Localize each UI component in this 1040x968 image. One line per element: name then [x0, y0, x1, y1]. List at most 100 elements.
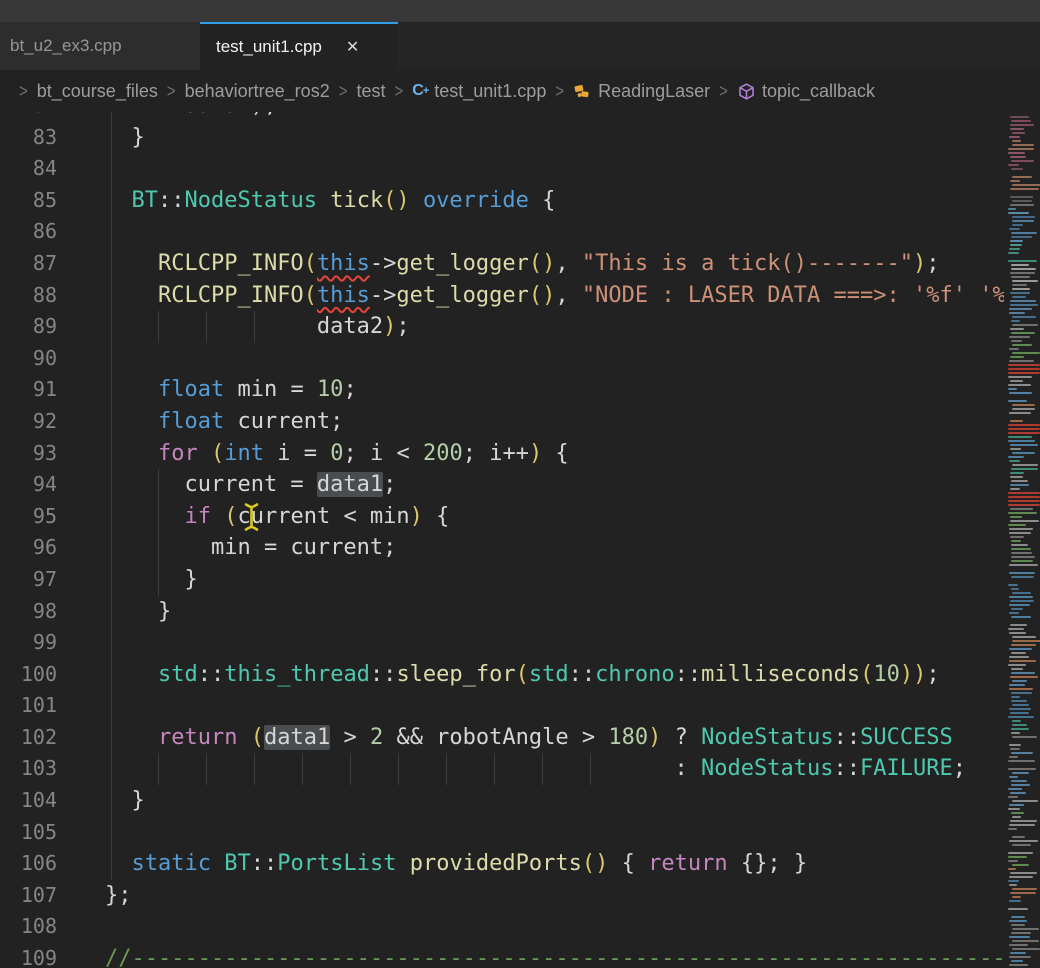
minimap-row	[1008, 788, 1022, 790]
code-line-102[interactable]: 102 return (data1 > 2 && robotAngle > 18…	[0, 722, 1040, 754]
minimap-row	[1008, 512, 1037, 514]
code-line-90[interactable]: 90	[0, 343, 1040, 375]
chevron-right-icon: >	[394, 80, 403, 101]
minimap-row	[1012, 184, 1040, 186]
minimap-row	[1008, 664, 1026, 666]
minimap-row	[1010, 520, 1039, 522]
code-text: if (current < min) {	[105, 501, 449, 533]
minimap-row	[1008, 432, 1040, 434]
minimap-row	[1010, 356, 1024, 358]
code-line-100[interactable]: 100 std::this_thread::sleep_for(std::chr…	[0, 659, 1040, 691]
code-line-99[interactable]: 99	[0, 627, 1040, 659]
breadcrumb-item-behaviortree_ros2[interactable]: behaviortree_ros2	[185, 81, 330, 102]
minimap-row	[1008, 368, 1040, 370]
tab-strip: bt_u2_ex3.cpp test_unit1.cpp ✕	[0, 22, 1040, 70]
minimap-row	[1010, 128, 1024, 130]
minimap[interactable]	[1004, 112, 1040, 968]
minimap-row	[1008, 768, 1036, 770]
code-editor[interactable]: 82 data2);83 }8485 BT::NodeStatus tick()…	[0, 112, 1040, 968]
minimap-row	[1011, 560, 1033, 562]
code-line-103[interactable]: 103 : NodeStatus::FAILURE;	[0, 753, 1040, 785]
breadcrumb-item-test[interactable]: test	[356, 81, 385, 102]
minimap-row	[1011, 732, 1020, 734]
minimap-row	[1008, 252, 1019, 254]
minimap-row	[1011, 696, 1020, 698]
minimap-row	[1009, 528, 1033, 530]
minimap-row	[1012, 592, 1031, 594]
code-line-108[interactable]: 108	[0, 911, 1040, 943]
minimap-row	[1012, 288, 1030, 290]
code-line-95[interactable]: 95 if (current < min) {	[0, 501, 1040, 533]
minimap-row	[1008, 440, 1035, 442]
code-line-105[interactable]: 105	[0, 817, 1040, 849]
code-line-86[interactable]: 86	[0, 216, 1040, 248]
line-number: 103	[0, 753, 57, 785]
breadcrumb-item-bt_course_files[interactable]: bt_course_files	[37, 81, 158, 102]
minimap-row	[1012, 220, 1034, 222]
code-line-96[interactable]: 96 min = current;	[0, 532, 1040, 564]
code-line-83[interactable]: 83 }	[0, 122, 1040, 154]
minimap-row	[1011, 548, 1031, 550]
minimap-row	[1010, 328, 1024, 330]
code-text: RCLCPP_INFO(this->get_logger(), "NODE : …	[105, 280, 1032, 312]
code-line-94[interactable]: 94 current = data1;	[0, 469, 1040, 501]
minimap-row	[1010, 712, 1029, 714]
code-line-82[interactable]: 82 data2);	[0, 112, 1040, 122]
line-number: 89	[0, 311, 57, 343]
line-number: 106	[0, 848, 57, 880]
code-text: return (data1 > 2 && robotAngle > 180) ?…	[105, 722, 953, 754]
minimap-row	[1008, 908, 1028, 910]
minimap-row	[1010, 820, 1037, 822]
code-line-91[interactable]: 91 float min = 10;	[0, 374, 1040, 406]
minimap-row	[1011, 616, 1031, 618]
breadcrumb-item-topic_callback[interactable]: topic_callback	[737, 81, 875, 102]
minimap-row	[1010, 472, 1024, 474]
code-text: RCLCPP_INFO(this->get_logger(), "This is…	[105, 248, 940, 280]
minimap-row	[1010, 508, 1033, 510]
line-number: 109	[0, 943, 57, 968]
breadcrumb-label: behaviortree_ros2	[185, 81, 330, 102]
code-line-101[interactable]: 101	[0, 690, 1040, 722]
minimap-row	[1011, 556, 1035, 558]
code-line-106[interactable]: 106 static BT::PortsList providedPorts()…	[0, 848, 1040, 880]
minimap-row	[1009, 564, 1038, 566]
code-line-104[interactable]: 104 }	[0, 785, 1040, 817]
close-icon[interactable]: ✕	[346, 37, 359, 57]
code-line-88[interactable]: 88 RCLCPP_INFO(this->get_logger(), "NODE…	[0, 280, 1040, 312]
code-line-107[interactable]: 107};	[0, 880, 1040, 912]
line-number: 101	[0, 690, 57, 722]
tab-label: test_unit1.cpp	[216, 37, 322, 57]
code-line-98[interactable]: 98 }	[0, 596, 1040, 628]
chevron-right-icon: >	[719, 80, 728, 101]
code-line-92[interactable]: 92 float current;	[0, 406, 1040, 438]
minimap-row	[1010, 156, 1026, 158]
minimap-row	[1010, 300, 1036, 302]
line-number: 102	[0, 722, 57, 754]
code-line-97[interactable]: 97 }	[0, 564, 1040, 596]
minimap-row	[1008, 148, 1034, 150]
code-line-109[interactable]: 109//-----------------------------------…	[0, 943, 1040, 968]
minimap-row	[1012, 344, 1032, 346]
minimap-row	[1010, 488, 1020, 490]
minimap-row	[1010, 240, 1023, 242]
breadcrumb-item-ReadingLaser[interactable]: ReadingLaser	[573, 81, 710, 102]
minimap-row	[1009, 228, 1020, 230]
code-line-93[interactable]: 93 for (int i = 0; i < 200; i++) {	[0, 438, 1040, 470]
tab-bt_u2_ex3[interactable]: bt_u2_ex3.cpp	[0, 22, 200, 70]
minimap-row	[1008, 716, 1034, 718]
code-line-84[interactable]: 84	[0, 153, 1040, 185]
minimap-row	[1011, 332, 1035, 334]
breadcrumb-item-test_unit1.cpp[interactable]: C+test_unit1.cpp	[412, 81, 546, 102]
minimap-row	[1012, 408, 1035, 410]
minimap-row	[1010, 600, 1034, 602]
minimap-row	[1012, 316, 1036, 318]
minimap-row	[1011, 608, 1023, 610]
minimap-row	[1012, 636, 1036, 638]
tab-test_unit1[interactable]: test_unit1.cpp ✕	[200, 22, 398, 70]
code-line-89[interactable]: 89 data2);	[0, 311, 1040, 343]
code-line-87[interactable]: 87 RCLCPP_INFO(this->get_logger(), "This…	[0, 248, 1040, 280]
indent-guide	[111, 627, 112, 659]
minimap-row	[1012, 352, 1040, 354]
code-line-85[interactable]: 85 BT::NodeStatus tick() override {	[0, 185, 1040, 217]
indent-guide	[111, 216, 112, 248]
